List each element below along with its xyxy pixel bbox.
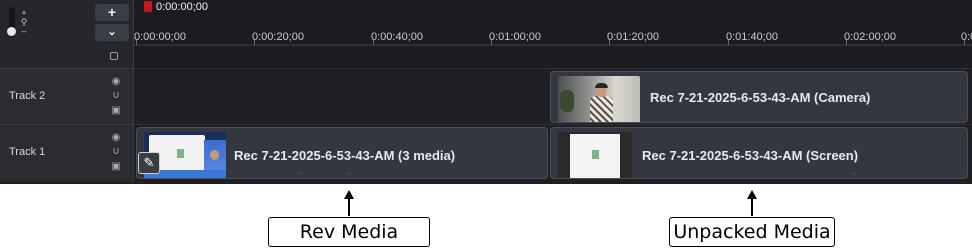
camera-clip[interactable]: Rec 7-21-2025-6-53-43-AM (Camera) [550, 71, 968, 123]
camera-thumbnail [558, 76, 640, 122]
audio-wave-mark [851, 172, 856, 175]
track-lane-empty[interactable] [134, 45, 972, 68]
ruler-tick-label: 0:00:00;00 [134, 31, 186, 43]
magnet-icon[interactable]: ∪ [109, 147, 123, 157]
ruler-tick-label: 0:00:20;00 [252, 31, 304, 43]
clip-title: Rec 7-21-2025-6-53-43-AM (3 media) [234, 148, 456, 163]
playhead-time: 0:00:00;00 [156, 1, 208, 13]
lock-icon[interactable]: ▣ [109, 162, 123, 172]
track-name: Track 2 [9, 90, 46, 102]
eye-icon[interactable]: ◉ [109, 77, 123, 87]
arrow-line [348, 198, 350, 216]
ruler-tick-label: 0:02:00;00 [844, 31, 896, 43]
lock-icon[interactable]: ▣ [109, 106, 123, 116]
ruler-tick-label: 0:00:40;00 [371, 31, 423, 43]
ruler-tick-label: 0:01:00;00 [489, 31, 541, 43]
track-lane-2[interactable]: Rec 7-21-2025-6-53-43-AM (Camera) [134, 68, 972, 124]
plant-shape [560, 90, 574, 112]
screen-thumbnail [558, 132, 632, 178]
ruler-tick-label: 0:01:20;00 [607, 31, 659, 43]
audio-wave-mark [347, 172, 351, 175]
magnet-icon[interactable]: ∪ [109, 91, 123, 101]
add-track-button[interactable]: + [95, 4, 129, 21]
time-ruler[interactable]: 0:00:00;00 0:00:00;00 0:00:20;00 0:00:40… [134, 0, 972, 45]
screen-clip[interactable]: Rec 7-21-2025-6-53-43-AM (Screen) [550, 127, 968, 179]
rev-media-clip[interactable]: ✎ Rec 7-21-2025-6-53-43-AM (3 media) [136, 127, 548, 179]
arrow-line [751, 198, 753, 216]
track-header-1[interactable]: Track 1 ◉ ∪ ▣ [0, 124, 134, 182]
track-lane-1[interactable]: ✎ Rec 7-21-2025-6-53-43-AM (3 media) Rec… [134, 124, 972, 182]
track-name: Track 1 [9, 146, 46, 158]
ruler-tick-label: 0:01:40;00 [726, 31, 778, 43]
eye-icon[interactable]: ◉ [109, 133, 123, 143]
audio-wave-mark [297, 172, 303, 175]
ruler-tick-label: 0:0 [961, 31, 972, 43]
zoom-slider-knob[interactable] [7, 27, 16, 36]
magnifier-icon: + ⚲ – [20, 8, 28, 36]
lock-icon[interactable] [110, 52, 118, 60]
callout-unpacked-media: Unpacked Media [669, 217, 835, 247]
playhead-marker[interactable] [144, 1, 152, 12]
track-header-2[interactable]: Track 2 ◉ ∪ ▣ [0, 68, 134, 124]
person-shape [590, 83, 613, 122]
pencil-icon[interactable]: ✎ [138, 152, 160, 174]
callout-rev-media: Rev Media [268, 217, 430, 247]
expand-tracks-button[interactable]: ⌄ [95, 24, 129, 41]
clip-title: Rec 7-21-2025-6-53-43-AM (Screen) [642, 148, 859, 163]
timeline-editor: + ⚲ – + ⌄ Track 2 ◉ ∪ ▣ Track 1 ◉ ∪ ▣ 0:00… [0, 0, 972, 184]
clip-title: Rec 7-21-2025-6-53-43-AM (Camera) [650, 90, 871, 105]
timeline-controls: + ⚲ – + ⌄ [0, 0, 134, 68]
